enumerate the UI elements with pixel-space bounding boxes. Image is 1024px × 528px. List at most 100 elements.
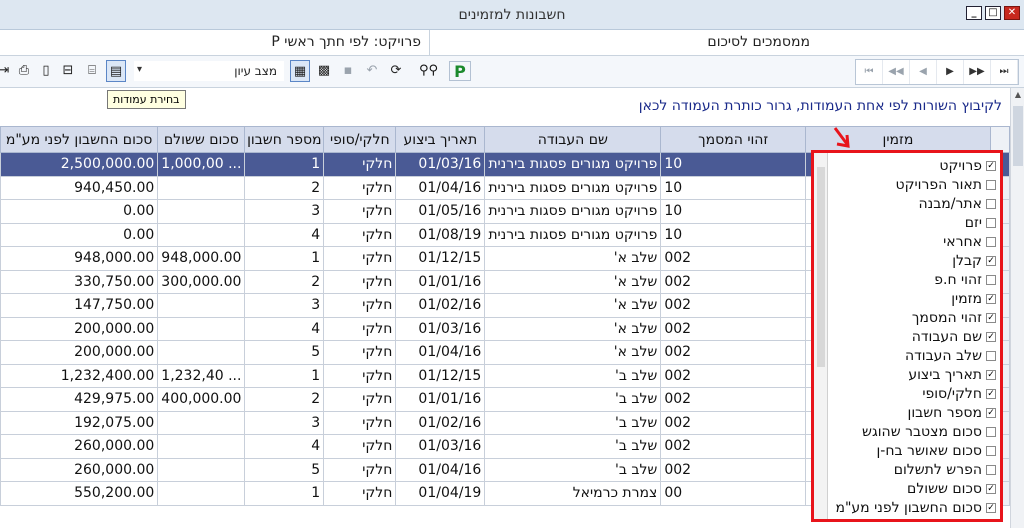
table-cell[interactable]: חלקי xyxy=(323,363,397,388)
column-header[interactable]: סכום החשבון לפני מע"מ xyxy=(0,126,159,153)
table-cell[interactable]: 002 xyxy=(660,434,806,459)
first-record-icon[interactable]: ⏮ xyxy=(856,60,883,84)
table-cell[interactable]: 5 xyxy=(244,340,325,365)
column-header[interactable]: סכום ששולם xyxy=(157,126,246,153)
table-cell[interactable]: 3 xyxy=(244,410,325,435)
table-cell[interactable]: 002 xyxy=(660,293,806,318)
table-cell[interactable]: 01/04/16 xyxy=(395,340,486,365)
checkbox-icon[interactable] xyxy=(986,180,996,190)
table-cell[interactable]: 1,000,00 ... xyxy=(157,152,246,177)
checkbox-checked-icon[interactable]: ✓ xyxy=(986,408,996,418)
table-cell[interactable]: 948,000.00 xyxy=(0,246,159,271)
column-chooser-icon[interactable]: ▤ xyxy=(106,60,126,82)
checkbox-icon[interactable] xyxy=(986,465,996,475)
table-cell[interactable]: 01/04/16 xyxy=(395,175,486,200)
table-cell[interactable]: פרויקט מגורים פסגות בירנית xyxy=(484,222,662,247)
table-cell[interactable]: 00 xyxy=(660,481,806,506)
column-chooser-item[interactable]: ✓ קבלן xyxy=(952,252,996,270)
column-chooser-item[interactable]: סכום מצטבר שהוגש xyxy=(862,423,996,441)
table-cell[interactable] xyxy=(157,481,246,506)
table-cell[interactable] xyxy=(157,175,246,200)
table-cell[interactable]: שלב ב' xyxy=(484,410,662,435)
column-chooser-item[interactable]: תאור הפרויקט xyxy=(896,176,996,194)
table-cell[interactable] xyxy=(157,316,246,341)
table-cell[interactable]: 4 xyxy=(244,316,325,341)
table-cell[interactable]: צמרת כרמיאל xyxy=(484,481,662,506)
table-cell[interactable]: חלקי xyxy=(323,340,397,365)
table-cell[interactable] xyxy=(157,199,246,224)
table-cell[interactable]: 2,500,000.00 xyxy=(0,152,159,177)
scroll-thumb[interactable] xyxy=(1013,106,1023,166)
table-cell[interactable]: 01/03/16 xyxy=(395,152,486,177)
checkbox-checked-icon[interactable]: ✓ xyxy=(986,370,996,380)
checkbox-checked-icon[interactable]: ✓ xyxy=(986,313,996,323)
checkbox-icon[interactable] xyxy=(986,218,996,228)
table-cell[interactable]: 01/02/16 xyxy=(395,410,486,435)
checkbox-icon[interactable] xyxy=(986,237,996,247)
table-cell[interactable]: 1,232,400.00 xyxy=(0,363,159,388)
table-cell[interactable]: חלקי xyxy=(323,434,397,459)
table-cell[interactable]: 3 xyxy=(244,293,325,318)
table-cell[interactable]: 2 xyxy=(244,175,325,200)
column-chooser-item[interactable]: ✓ סכום ששולם xyxy=(907,480,996,498)
column-chooser-item[interactable]: אחראי xyxy=(943,233,996,251)
table-cell[interactable]: חלקי xyxy=(323,246,397,271)
table-cell[interactable]: 1 xyxy=(244,246,325,271)
table-cell[interactable] xyxy=(157,410,246,435)
table-cell[interactable]: 01/04/16 xyxy=(395,457,486,482)
column-chooser-item[interactable]: ✓ חלקי/סופי xyxy=(922,385,996,403)
column-chooser-item[interactable]: ✓ סכום החשבון לפני מע"מ xyxy=(835,499,996,517)
table-cell[interactable]: 002 xyxy=(660,316,806,341)
checkbox-icon[interactable] xyxy=(986,446,996,456)
column-chooser-item[interactable]: זהוי ח.פ xyxy=(934,271,996,289)
table-cell[interactable]: 3 xyxy=(244,199,325,224)
checkbox-checked-icon[interactable]: ✓ xyxy=(986,484,996,494)
column-chooser-item[interactable]: סכום שאושר בח-ן xyxy=(876,442,996,460)
table-cell[interactable]: חלקי xyxy=(323,316,397,341)
table-cell[interactable]: חלקי xyxy=(323,387,397,412)
table-cell[interactable]: פרויקט מגורים פסגות בירנית xyxy=(484,199,662,224)
table-cell[interactable]: חלקי xyxy=(323,222,397,247)
table-cell[interactable]: 01/02/16 xyxy=(395,293,486,318)
column-header[interactable]: מספר חשבון xyxy=(244,126,325,153)
checkbox-icon[interactable] xyxy=(986,427,996,437)
table-cell[interactable] xyxy=(157,340,246,365)
previous-page-icon[interactable]: ◀◀ xyxy=(883,60,910,84)
column-chooser-item[interactable]: ✓ שם העבודה xyxy=(912,328,996,346)
last-record-icon[interactable]: ⏭ xyxy=(991,60,1018,84)
table-cell[interactable]: 01/01/16 xyxy=(395,269,486,294)
table-cell[interactable]: 0.00 xyxy=(0,222,159,247)
table-cell[interactable]: 200,000.00 xyxy=(0,340,159,365)
column-chooser-item[interactable]: יזם xyxy=(965,214,996,232)
maximize-button[interactable]: □ xyxy=(985,6,1001,20)
column-header[interactable]: זהוי המסמך xyxy=(660,126,806,153)
table-cell[interactable]: שלב א' xyxy=(484,246,662,271)
minimize-button[interactable]: _ xyxy=(966,6,982,20)
checkbox-icon[interactable] xyxy=(986,275,996,285)
column-chooser-item[interactable]: ✓ פרויקט xyxy=(939,157,996,175)
table-cell[interactable]: 01/05/16 xyxy=(395,199,486,224)
table-cell[interactable]: 002 xyxy=(660,340,806,365)
column-header[interactable]: שם העבודה xyxy=(484,126,662,153)
chooser-scrollbar[interactable] xyxy=(814,153,828,519)
checkbox-checked-icon[interactable]: ✓ xyxy=(986,389,996,399)
undo-icon[interactable]: ↶ xyxy=(362,60,382,82)
table-cell[interactable]: 01/08/19 xyxy=(395,222,486,247)
table-cell[interactable] xyxy=(157,222,246,247)
scroll-up-icon[interactable]: ▲ xyxy=(1011,88,1024,102)
table-cell[interactable]: שלב ב' xyxy=(484,457,662,482)
export-icon[interactable]: ⇥ xyxy=(0,60,14,82)
table-cell[interactable] xyxy=(157,434,246,459)
document-view-icon[interactable]: ▦ xyxy=(290,60,310,82)
table-cell[interactable]: 01/03/16 xyxy=(395,434,486,459)
table-cell[interactable]: 10 xyxy=(660,199,806,224)
table-cell[interactable]: שלב א' xyxy=(484,269,662,294)
table-cell[interactable]: 01/04/19 xyxy=(395,481,486,506)
table-cell[interactable]: 192,075.00 xyxy=(0,410,159,435)
table-settings-icon[interactable]: ⌸ xyxy=(82,60,102,82)
table-cell[interactable]: 330,750.00 xyxy=(0,269,159,294)
table-cell[interactable]: 01/01/16 xyxy=(395,387,486,412)
view-mode-select[interactable]: מצב עיון ▾ xyxy=(134,61,284,81)
table-cell[interactable]: 002 xyxy=(660,410,806,435)
next-record-icon[interactable]: ▶ xyxy=(937,60,964,84)
